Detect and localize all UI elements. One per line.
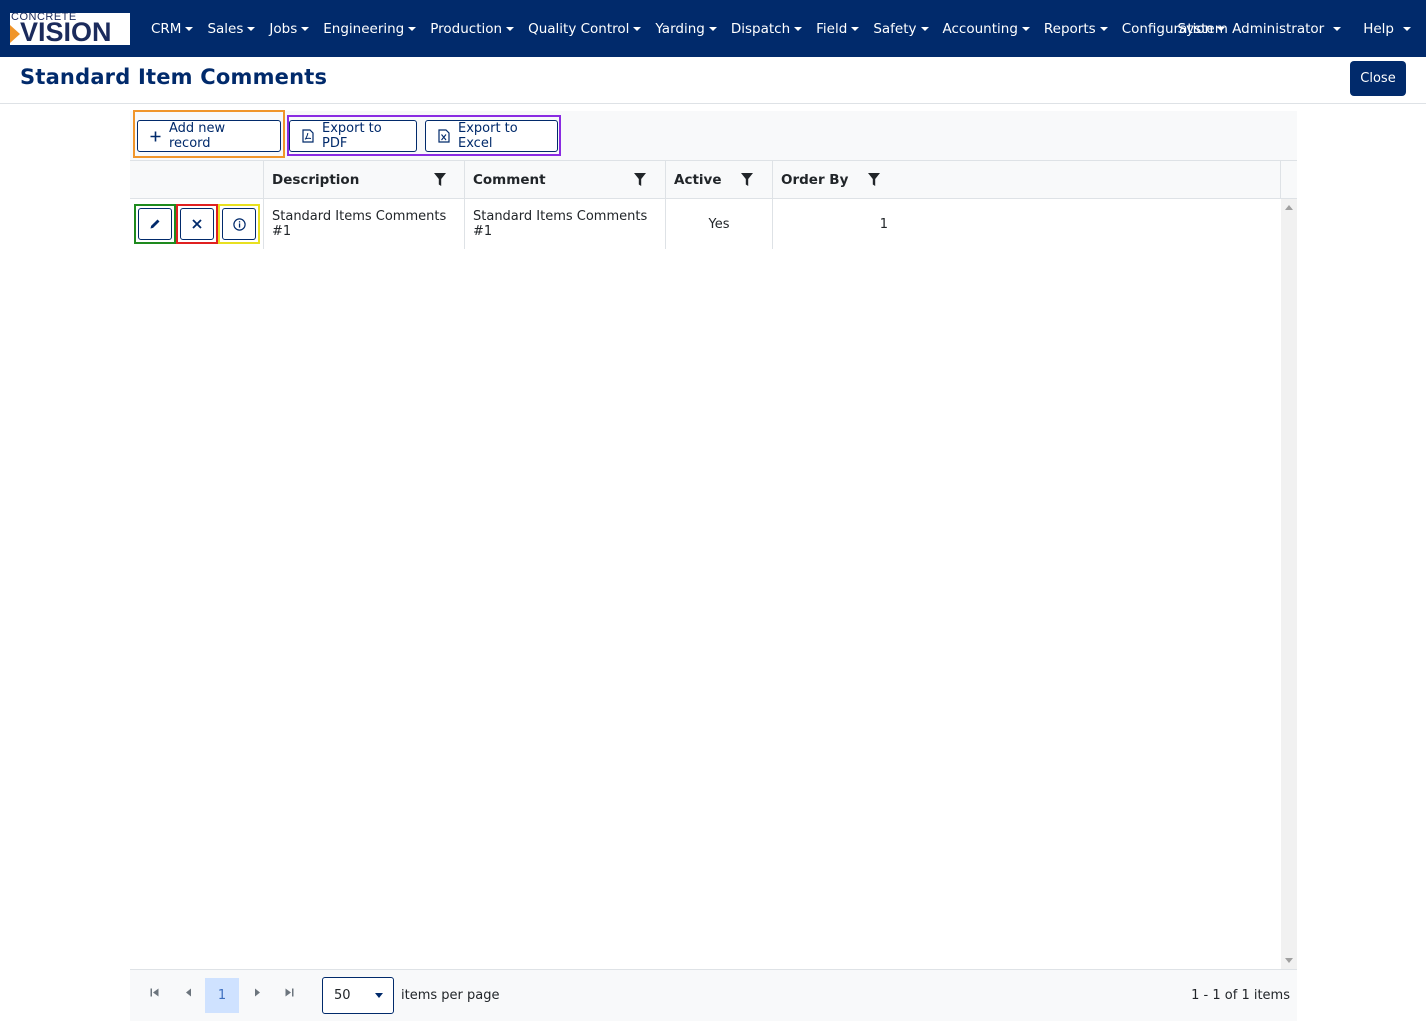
file-pdf-icon xyxy=(302,129,314,143)
caret-down-icon xyxy=(301,26,310,31)
caret-down-icon xyxy=(185,26,194,31)
file-excel-icon xyxy=(438,129,450,143)
previous-page-icon[interactable] xyxy=(185,988,192,997)
caret-down-icon xyxy=(1099,26,1108,31)
close-button[interactable]: Close xyxy=(1350,61,1406,96)
grid-toolbar: Add new record Export to PDF Export to E… xyxy=(130,110,1297,161)
concrete-vision-logo[interactable]: CONCRETE VISION xyxy=(10,13,130,45)
export-excel-button[interactable]: Export to Excel xyxy=(425,120,558,152)
nav-jobs[interactable]: Jobs xyxy=(269,21,310,37)
add-new-record-button[interactable]: Add new record xyxy=(137,120,281,152)
comments-grid: Add new record Export to PDF Export to E… xyxy=(130,110,1297,1021)
first-page-icon[interactable] xyxy=(150,988,159,997)
column-header-comment[interactable]: Comment xyxy=(464,161,665,199)
close-x-icon xyxy=(192,219,202,229)
user-menu[interactable]: System Administrator xyxy=(1178,21,1342,37)
info-icon xyxy=(232,217,246,231)
export-pdf-button[interactable]: Export to PDF xyxy=(289,120,417,152)
main-menu: CRM Sales Jobs Engineering Production Qu… xyxy=(151,0,1239,57)
header-scroll-spacer xyxy=(1280,161,1297,199)
filter-funnel-icon[interactable] xyxy=(434,173,446,186)
column-header-active[interactable]: Active xyxy=(665,161,772,199)
delete-button[interactable] xyxy=(180,208,214,240)
caret-down-icon xyxy=(708,26,717,31)
plus-icon xyxy=(150,131,161,142)
nav-yarding[interactable]: Yarding xyxy=(655,21,717,37)
cell-description: Standard Items Comments #1 xyxy=(263,199,464,249)
caret-down-icon xyxy=(851,26,860,31)
nav-sales[interactable]: Sales xyxy=(207,21,256,37)
caret-down-icon xyxy=(1333,26,1342,31)
filter-funnel-icon[interactable] xyxy=(741,173,753,186)
logo-main-text: VISION xyxy=(20,17,112,46)
page-header: Standard Item Comments Close xyxy=(0,57,1426,104)
export-pdf-label: Export to PDF xyxy=(322,121,382,151)
filter-funnel-icon[interactable] xyxy=(868,173,880,186)
add-new-record-label: Add new record xyxy=(169,121,226,151)
row-actions-cell xyxy=(130,199,263,249)
scroll-down-icon[interactable] xyxy=(1285,958,1293,963)
nav-production[interactable]: Production xyxy=(430,21,515,37)
last-page-icon[interactable] xyxy=(285,988,294,997)
cell-order-by: 1 xyxy=(772,199,890,249)
grid-body: Standard Items Comments #1 Standard Item… xyxy=(130,199,1281,969)
filter-funnel-icon[interactable] xyxy=(634,173,646,186)
nav-reports[interactable]: Reports xyxy=(1044,21,1108,37)
edit-button[interactable] xyxy=(138,208,172,240)
logo-chevron-icon xyxy=(10,25,20,43)
table-row[interactable]: Standard Items Comments #1 Standard Item… xyxy=(130,199,1281,249)
nav-safety[interactable]: Safety xyxy=(873,21,929,37)
vertical-scrollbar[interactable] xyxy=(1281,199,1297,969)
caret-down-icon xyxy=(408,26,417,31)
caret-down-icon xyxy=(1403,26,1411,31)
nav-dispatch[interactable]: Dispatch xyxy=(731,21,803,37)
nav-field[interactable]: Field xyxy=(816,21,860,37)
column-header-description[interactable]: Description xyxy=(263,161,464,199)
scroll-up-icon[interactable] xyxy=(1285,205,1293,210)
caret-down-icon xyxy=(633,26,642,31)
chevron-down-icon xyxy=(375,993,383,998)
pager-info: 1 - 1 of 1 items xyxy=(1191,988,1290,1003)
grid-header-row: Description Comment Active Order By xyxy=(130,161,1297,199)
page-size-value: 50 xyxy=(334,988,351,1003)
next-page-icon[interactable] xyxy=(254,988,261,997)
details-button[interactable] xyxy=(222,208,256,240)
caret-down-icon xyxy=(920,26,929,31)
page-number-current[interactable]: 1 xyxy=(205,978,239,1013)
pencil-icon xyxy=(150,219,160,229)
export-excel-label: Export to Excel xyxy=(458,121,518,151)
nav-crm[interactable]: CRM xyxy=(151,21,194,37)
cell-active: Yes xyxy=(665,199,772,249)
caret-down-icon xyxy=(506,26,515,31)
items-per-page-label: items per page xyxy=(401,988,500,1003)
nav-accounting[interactable]: Accounting xyxy=(943,21,1030,37)
caret-down-icon xyxy=(1021,26,1030,31)
nav-right-group: System Administrator Help xyxy=(1178,0,1426,57)
help-menu[interactable]: Help xyxy=(1363,21,1411,37)
page-title: Standard Item Comments xyxy=(20,65,328,89)
caret-down-icon xyxy=(247,26,256,31)
cell-comment: Standard Items Comments #1 xyxy=(464,199,665,249)
nav-engineering[interactable]: Engineering xyxy=(323,21,417,37)
column-header-order-by[interactable]: Order By xyxy=(772,161,1280,199)
nav-quality-control[interactable]: Quality Control xyxy=(528,21,642,37)
grid-pager: 1 50 items per page 1 - 1 of 1 items xyxy=(130,969,1297,1021)
top-navbar: CONCRETE VISION CRM Sales Jobs Engineeri… xyxy=(0,0,1426,57)
caret-down-icon xyxy=(794,26,803,31)
page-size-select[interactable]: 50 xyxy=(322,977,394,1014)
